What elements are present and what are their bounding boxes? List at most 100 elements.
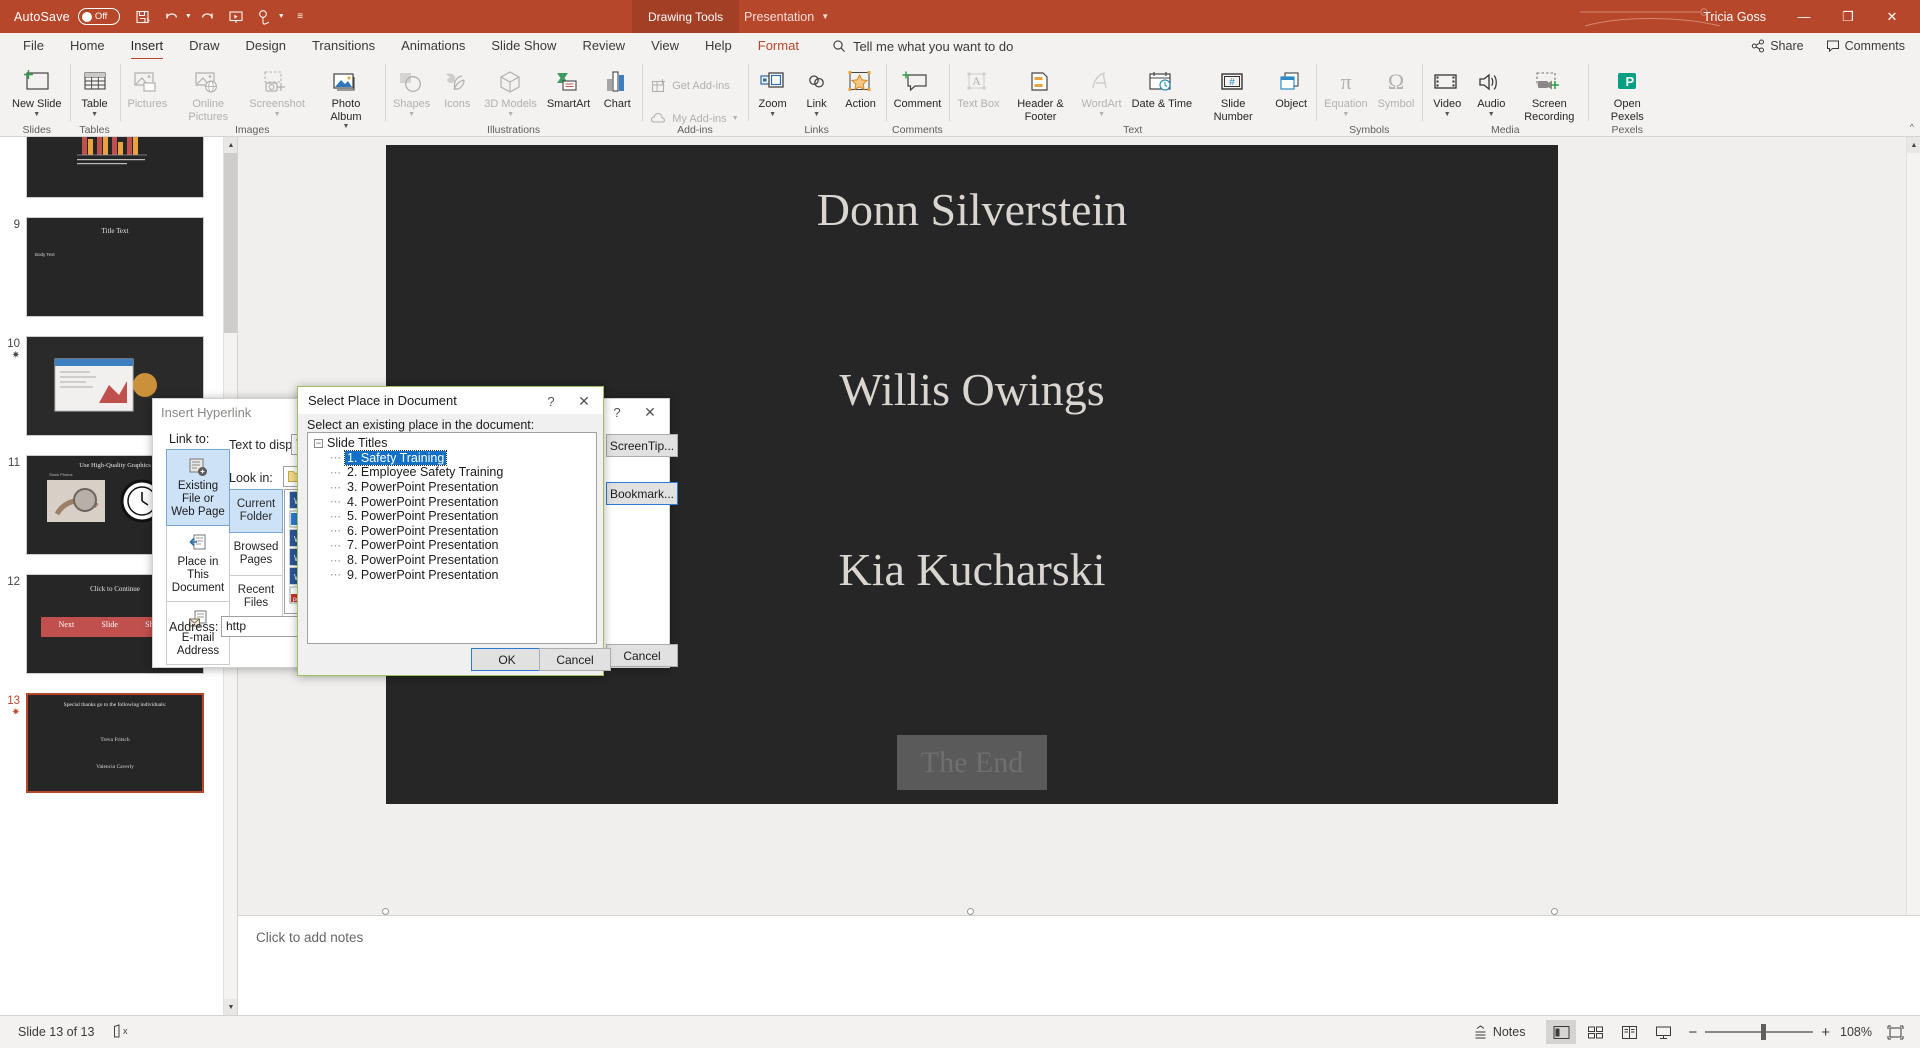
chevron-down-icon[interactable]: ▼ — [732, 115, 739, 123]
thumbnail-slide-thanks[interactable]: Special thanks go to the following indiv… — [26, 693, 204, 793]
touch-mode-dropdown-icon[interactable]: ▼ — [278, 13, 285, 20]
tab-slide-show[interactable]: Slide Show — [478, 35, 569, 57]
table-button[interactable]: Table ▼ — [73, 62, 117, 119]
get-addins-button[interactable]: Get Add-ins — [645, 73, 735, 99]
tree-item-5[interactable]: ⋯ 5. PowerPoint Presentation — [308, 509, 596, 524]
restore-button[interactable]: ❐ — [1826, 0, 1870, 33]
icons-button[interactable]: Icons — [435, 62, 479, 111]
zoom-button[interactable]: Zoom ▼ — [751, 62, 795, 119]
zoom-out-button[interactable]: − — [1688, 1024, 1697, 1041]
link-to-existing-file[interactable]: Existing File or Web Page — [166, 449, 230, 526]
select-place-cancel-button[interactable]: Cancel — [539, 648, 611, 671]
shapes-button[interactable]: Shapes ▼ — [388, 62, 435, 119]
document-title[interactable]: Presentation ▼ — [744, 0, 829, 33]
tree-item-2[interactable]: ⋯ 2. Employee Safety Training — [308, 465, 596, 480]
tell-me-box[interactable]: Tell me what you want to do — [832, 39, 1013, 54]
chevron-down-icon[interactable]: ▼ — [1444, 111, 1451, 119]
thumbnail-slide-chart[interactable] — [26, 137, 204, 198]
notes-pane[interactable]: Click to add notes — [238, 915, 1920, 1015]
select-place-in-document-dialog[interactable]: Select Place in Document ? ✕ Select an e… — [297, 386, 611, 676]
selection-handle-left[interactable] — [382, 908, 389, 915]
wordart-button[interactable]: WordArt ▼ — [1076, 62, 1126, 119]
bookmark-button[interactable]: Bookmark... — [606, 482, 678, 505]
tab-home[interactable]: Home — [57, 35, 118, 57]
smartart-button[interactable]: SmartArt — [542, 62, 595, 111]
start-presentation-icon[interactable] — [223, 4, 250, 30]
text-box-button[interactable]: A Text Box — [952, 62, 1004, 111]
comment-button[interactable]: Comment — [889, 62, 947, 111]
screentip-button[interactable]: ScreenTip... — [606, 434, 678, 457]
autosave-toggle[interactable]: Off — [77, 8, 120, 25]
selection-handle-center[interactable] — [967, 908, 974, 915]
date-time-button[interactable]: Date & Time — [1127, 62, 1198, 111]
slide-number-button[interactable]: # Slide Number — [1197, 62, 1269, 123]
thumbnail-item[interactable] — [0, 137, 237, 198]
new-slide-button[interactable]: New Slide ▼ — [7, 62, 67, 119]
tab-view[interactable]: View — [638, 35, 692, 57]
user-name[interactable]: Tricia Goss — [1703, 10, 1766, 24]
hyperlink-source-sidebar[interactable]: Current Folder Browsed Pages Recent File… — [229, 489, 285, 619]
action-button[interactable]: Action — [839, 62, 883, 111]
tab-animations[interactable]: Animations — [388, 35, 478, 57]
screen-recording-button[interactable]: Screen Recording — [1513, 62, 1585, 123]
pictures-button[interactable]: Pictures — [123, 62, 173, 111]
scroll-thumb[interactable] — [224, 153, 237, 333]
fit-slide-icon[interactable] — [1880, 1020, 1910, 1044]
chart-button[interactable]: Chart — [595, 62, 639, 111]
thumbnail-item-selected[interactable]: 13 ✷ Special thanks go to the following … — [0, 688, 237, 793]
minimize-button[interactable]: — — [1782, 0, 1826, 33]
tab-review[interactable]: Review — [569, 35, 638, 57]
current-folder-item[interactable]: Current Folder — [229, 489, 283, 533]
select-place-title-bar[interactable]: Select Place in Document ? ✕ — [298, 387, 603, 414]
customize-icon[interactable]: ≡ — [287, 4, 314, 30]
tree-item-9[interactable]: ⋯ 9. PowerPoint Presentation — [308, 567, 596, 582]
tab-file[interactable]: File — [10, 35, 57, 57]
tab-format[interactable]: Format — [745, 35, 812, 57]
chevron-down-icon[interactable]: ▼ — [813, 111, 820, 119]
tree-item-3[interactable]: ⋯ 3. PowerPoint Presentation — [308, 480, 596, 495]
chevron-down-icon[interactable]: ▼ — [91, 111, 98, 119]
tab-design[interactable]: Design — [233, 35, 299, 57]
chevron-down-icon[interactable]: ▼ — [274, 111, 281, 119]
close-icon[interactable]: ✕ — [569, 390, 599, 412]
thumbnail-slide-title[interactable]: Title Text Body Text — [26, 217, 204, 317]
accessibility-checker-icon[interactable]: x — [112, 1023, 128, 1042]
recent-files-item[interactable]: Recent Files — [229, 576, 283, 619]
stage-scrollbar[interactable]: ▲ ▼ — [1906, 137, 1920, 1015]
save-icon[interactable] — [130, 4, 157, 30]
ok-button[interactable]: OK — [471, 648, 543, 671]
notes-toggle-button[interactable]: Notes — [1466, 1023, 1533, 1042]
chevron-down-icon[interactable]: ▼ — [507, 111, 514, 119]
tree-item-1[interactable]: ⋯ 1. Safety Training — [308, 449, 596, 466]
audio-button[interactable]: Audio ▼ — [1469, 62, 1513, 119]
the-end-textbox[interactable]: The End — [897, 735, 1047, 790]
tree-item-4[interactable]: ⋯ 4. PowerPoint Presentation — [308, 494, 596, 509]
chevron-down-icon[interactable]: ▼ — [1098, 111, 1105, 119]
comments-button[interactable]: Comments — [1819, 37, 1912, 55]
share-button[interactable]: Share — [1744, 37, 1810, 55]
undo-dropdown-icon[interactable]: ▼ — [185, 13, 192, 20]
scroll-up-icon[interactable]: ▲ — [224, 137, 237, 153]
selection-handle-right[interactable] — [1551, 908, 1558, 915]
document-title-dropdown-icon[interactable]: ▼ — [821, 12, 829, 21]
link-button[interactable]: Link ▼ — [795, 62, 839, 119]
close-icon[interactable]: ✕ — [635, 401, 665, 423]
video-button[interactable]: Video ▼ — [1425, 62, 1469, 119]
slide-show-icon[interactable] — [1648, 1020, 1678, 1044]
help-icon[interactable]: ? — [605, 401, 629, 423]
slide-name-1[interactable]: Donn Silverstein — [386, 183, 1558, 236]
symbol-button[interactable]: Ω Symbol — [1373, 62, 1420, 111]
zoom-in-button[interactable]: + — [1821, 1024, 1830, 1041]
tab-insert[interactable]: Insert — [118, 35, 177, 60]
hyperlink-cancel-button[interactable]: Cancel — [606, 644, 678, 667]
chevron-down-icon[interactable]: ▼ — [1342, 111, 1349, 119]
tree-item-7[interactable]: ⋯ 7. PowerPoint Presentation — [308, 538, 596, 553]
chevron-down-icon[interactable]: ▼ — [408, 111, 415, 119]
header-footer-button[interactable]: Header & Footer — [1004, 62, 1076, 123]
zoom-track[interactable] — [1705, 1024, 1814, 1040]
zoom-slider[interactable]: − + — [1688, 1024, 1830, 1041]
equation-button[interactable]: π Equation ▼ — [1319, 62, 1372, 119]
tree-item-6[interactable]: ⋯ 6. PowerPoint Presentation — [308, 524, 596, 539]
chevron-down-icon[interactable]: ▼ — [1488, 111, 1495, 119]
tree-item-8[interactable]: ⋯ 8. PowerPoint Presentation — [308, 553, 596, 568]
